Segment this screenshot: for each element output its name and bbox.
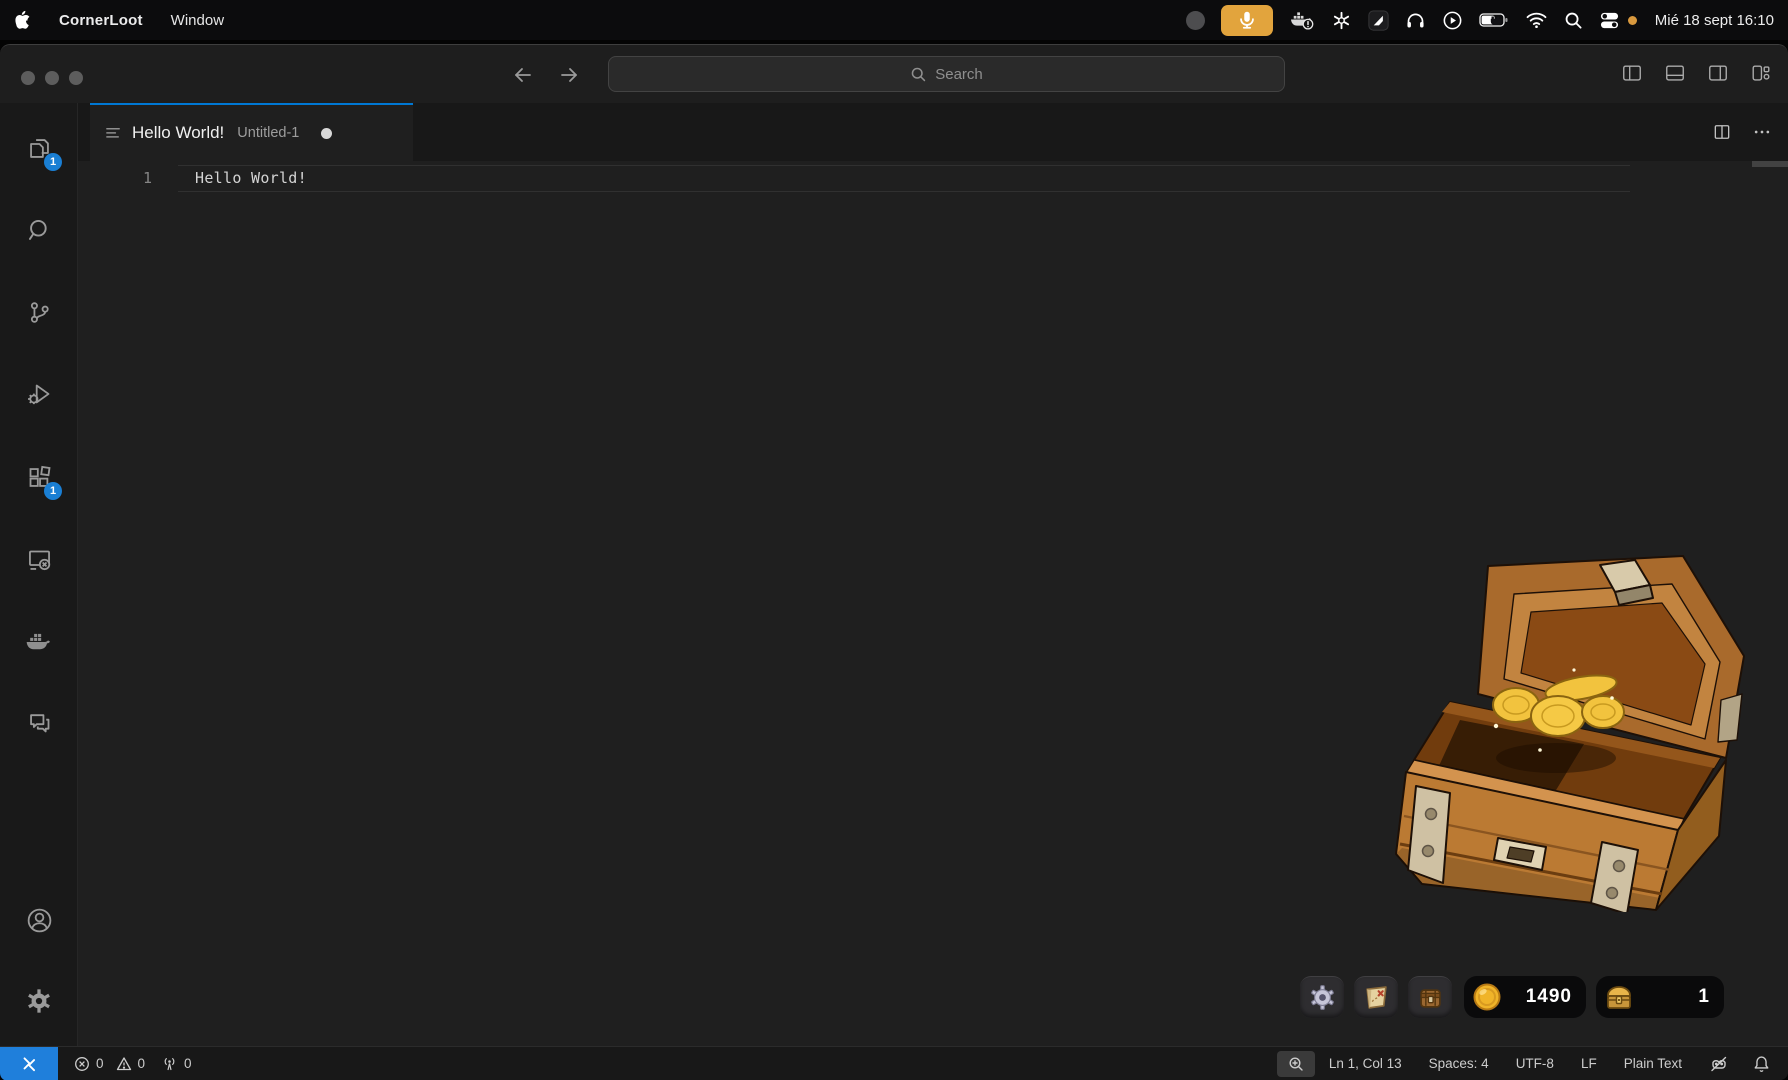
comments-icon bbox=[26, 709, 53, 736]
spotlight-search-icon[interactable] bbox=[1564, 11, 1583, 30]
activity-bar: 1 1 bbox=[0, 103, 78, 1046]
sidebar-item-explorer[interactable]: 1 bbox=[15, 124, 63, 172]
zoom-window-button[interactable] bbox=[69, 71, 83, 85]
search-icon bbox=[26, 217, 53, 244]
split-editor-icon[interactable] bbox=[1712, 122, 1732, 142]
game-hud: 1490 1 bbox=[1300, 976, 1724, 1018]
toggle-primary-sidebar-icon[interactable] bbox=[1621, 62, 1643, 84]
error-icon bbox=[74, 1056, 90, 1072]
docker-icon bbox=[25, 630, 54, 655]
game-settings-button[interactable] bbox=[1300, 976, 1344, 1018]
dark-app-icon[interactable] bbox=[1368, 10, 1389, 31]
treasure-chest-3d[interactable] bbox=[1388, 552, 1753, 912]
run-debug-icon bbox=[26, 381, 53, 408]
ports-count: 0 bbox=[184, 1056, 192, 1071]
titlebar: Search bbox=[0, 45, 1788, 103]
search-icon bbox=[910, 66, 927, 83]
sidebar-item-comments[interactable] bbox=[15, 698, 63, 746]
sidebar-item-extensions[interactable]: 1 bbox=[15, 453, 63, 501]
encoding-button[interactable]: UTF-8 bbox=[1516, 1056, 1554, 1071]
notifications-button[interactable] bbox=[1753, 1055, 1770, 1073]
apple-menu-icon[interactable] bbox=[14, 10, 31, 30]
sidebar-item-search[interactable] bbox=[15, 206, 63, 254]
sidebar-item-run-debug[interactable] bbox=[15, 370, 63, 418]
tab-description: Untitled-1 bbox=[237, 125, 299, 141]
sidebar-item-docker[interactable] bbox=[15, 618, 63, 666]
problems-button[interactable]: 0 0 bbox=[74, 1056, 145, 1072]
wifi-icon[interactable] bbox=[1525, 11, 1548, 29]
source-control-icon bbox=[26, 299, 53, 326]
indentation-button[interactable]: Spaces: 4 bbox=[1429, 1056, 1489, 1071]
tab-title: Hello World! bbox=[132, 123, 224, 143]
zoom-status-button[interactable] bbox=[1277, 1051, 1315, 1077]
sidebar-item-settings[interactable] bbox=[15, 977, 63, 1025]
forward-arrow-button[interactable] bbox=[557, 63, 581, 87]
tab-hello-world[interactable]: Hello World! Untitled-1 bbox=[90, 103, 413, 161]
back-arrow-button[interactable] bbox=[511, 63, 535, 87]
chest-icon bbox=[1603, 982, 1635, 1012]
toggle-panel-icon[interactable] bbox=[1664, 62, 1686, 84]
line-number: 1 bbox=[78, 165, 152, 192]
chest-count: 1 bbox=[1698, 986, 1710, 1008]
play-circle-icon[interactable] bbox=[1442, 10, 1463, 31]
bell-icon bbox=[1753, 1055, 1770, 1073]
battery-icon[interactable] bbox=[1479, 11, 1509, 29]
coin-icon bbox=[1471, 981, 1503, 1013]
line-text[interactable]: Hello World! bbox=[195, 165, 307, 192]
sidebar-item-remote-explorer[interactable] bbox=[15, 536, 63, 584]
microphone-status-icon[interactable] bbox=[1221, 5, 1273, 36]
notification-dot-icon bbox=[1628, 16, 1637, 25]
menubar-clock[interactable]: Mié 18 sept 16:10 bbox=[1655, 12, 1774, 29]
sidebar-item-account[interactable] bbox=[15, 896, 63, 944]
cursor-position-button[interactable]: Ln 1, Col 13 bbox=[1329, 1056, 1402, 1071]
remote-indicator-button[interactable] bbox=[0, 1047, 58, 1080]
menubar-item-window[interactable]: Window bbox=[171, 12, 224, 29]
satchel-icon bbox=[1417, 984, 1444, 1011]
tab-bar: Hello World! Untitled-1 bbox=[78, 103, 1788, 161]
recording-indicator-icon[interactable] bbox=[1186, 11, 1205, 30]
list-file-icon bbox=[105, 125, 122, 142]
treasure-map-icon bbox=[1363, 984, 1390, 1011]
game-map-button[interactable] bbox=[1354, 976, 1398, 1018]
warning-count: 0 bbox=[138, 1056, 146, 1071]
control-center-icon[interactable] bbox=[1599, 11, 1620, 30]
more-actions-icon[interactable] bbox=[1752, 122, 1772, 142]
ports-button[interactable]: 0 bbox=[161, 1056, 192, 1072]
minimize-window-button[interactable] bbox=[45, 71, 59, 85]
chest-counter: 1 bbox=[1596, 976, 1724, 1018]
status-bar: 0 0 0 Ln 1, Col 13 Spaces: 4 UTF-8 L bbox=[0, 1046, 1788, 1080]
search-placeholder: Search bbox=[935, 66, 983, 83]
game-inventory-button[interactable] bbox=[1408, 976, 1452, 1018]
headphones-icon[interactable] bbox=[1405, 10, 1426, 31]
warning-icon bbox=[116, 1056, 132, 1072]
gear-icon bbox=[25, 987, 53, 1015]
error-count: 0 bbox=[96, 1056, 104, 1071]
macos-menubar: CornerLoot Window bbox=[0, 0, 1788, 40]
explorer-badge: 1 bbox=[44, 153, 62, 171]
account-icon bbox=[25, 906, 54, 935]
copilot-disabled-icon bbox=[1709, 1055, 1729, 1073]
broadcast-icon bbox=[161, 1056, 178, 1072]
unsaved-dot-icon[interactable] bbox=[321, 128, 332, 139]
command-center-search[interactable]: Search bbox=[608, 56, 1285, 92]
docker-status-icon[interactable] bbox=[1289, 9, 1315, 31]
sidebar-item-source-control[interactable] bbox=[15, 288, 63, 336]
toggle-secondary-sidebar-icon[interactable] bbox=[1707, 62, 1729, 84]
remote-explorer-icon bbox=[26, 547, 53, 574]
extensions-badge: 1 bbox=[44, 482, 62, 500]
scrollbar-slider[interactable] bbox=[1752, 161, 1788, 167]
copilot-disabled-button[interactable] bbox=[1709, 1055, 1729, 1073]
customize-layout-icon[interactable] bbox=[1750, 62, 1772, 84]
current-line-highlight bbox=[178, 165, 1630, 192]
language-mode-button[interactable]: Plain Text bbox=[1624, 1056, 1682, 1071]
gear-icon bbox=[1309, 984, 1336, 1011]
remote-icon bbox=[20, 1056, 38, 1072]
eol-button[interactable]: LF bbox=[1581, 1056, 1597, 1071]
menubar-app-name[interactable]: CornerLoot bbox=[59, 12, 143, 29]
coin-count: 1490 bbox=[1526, 986, 1572, 1008]
chatgpt-icon[interactable] bbox=[1331, 10, 1352, 31]
close-window-button[interactable] bbox=[21, 71, 35, 85]
coin-counter: 1490 bbox=[1464, 976, 1586, 1018]
zoom-in-icon bbox=[1288, 1056, 1304, 1072]
